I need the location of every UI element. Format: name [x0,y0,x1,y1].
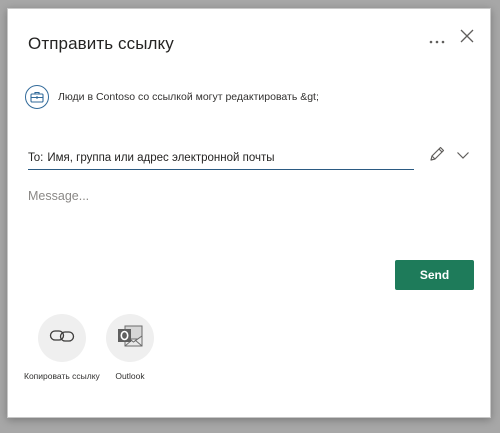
send-link-dialog: Отправить ссылку Люди в Contoso со ссылк… [7,8,491,418]
briefcase-icon [25,85,49,109]
copy-link-button[interactable] [37,314,86,362]
outlook-label: Outlook [115,371,145,381]
more-horizontal-icon [428,32,446,50]
message-input[interactable] [28,189,468,229]
outlook-option[interactable]: Outlook [106,314,154,381]
outlook-button[interactable] [106,314,154,362]
to-field[interactable]: To: [28,146,414,170]
link-icon [49,328,75,349]
send-button[interactable]: Send [395,260,474,290]
pencil-icon [428,145,446,168]
recipient-input[interactable] [47,151,414,164]
edit-permission-button[interactable] [428,145,470,167]
close-button[interactable] [456,27,478,49]
permission-text: Люди в Contoso со ссылкой могут редактир… [58,91,319,103]
to-label: To: [28,151,44,164]
link-permission-setting[interactable]: Люди в Contoso со ссылкой могут редактир… [25,84,319,110]
outlook-icon [116,323,144,354]
copy-link-label: Копировать ссылку [24,371,100,381]
chevron-down-icon [456,147,470,165]
copy-link-option[interactable]: Копировать ссылку [24,314,100,381]
more-options-button[interactable] [426,31,448,51]
close-icon [460,29,474,48]
dialog-title: Отправить ссылку [28,34,174,53]
